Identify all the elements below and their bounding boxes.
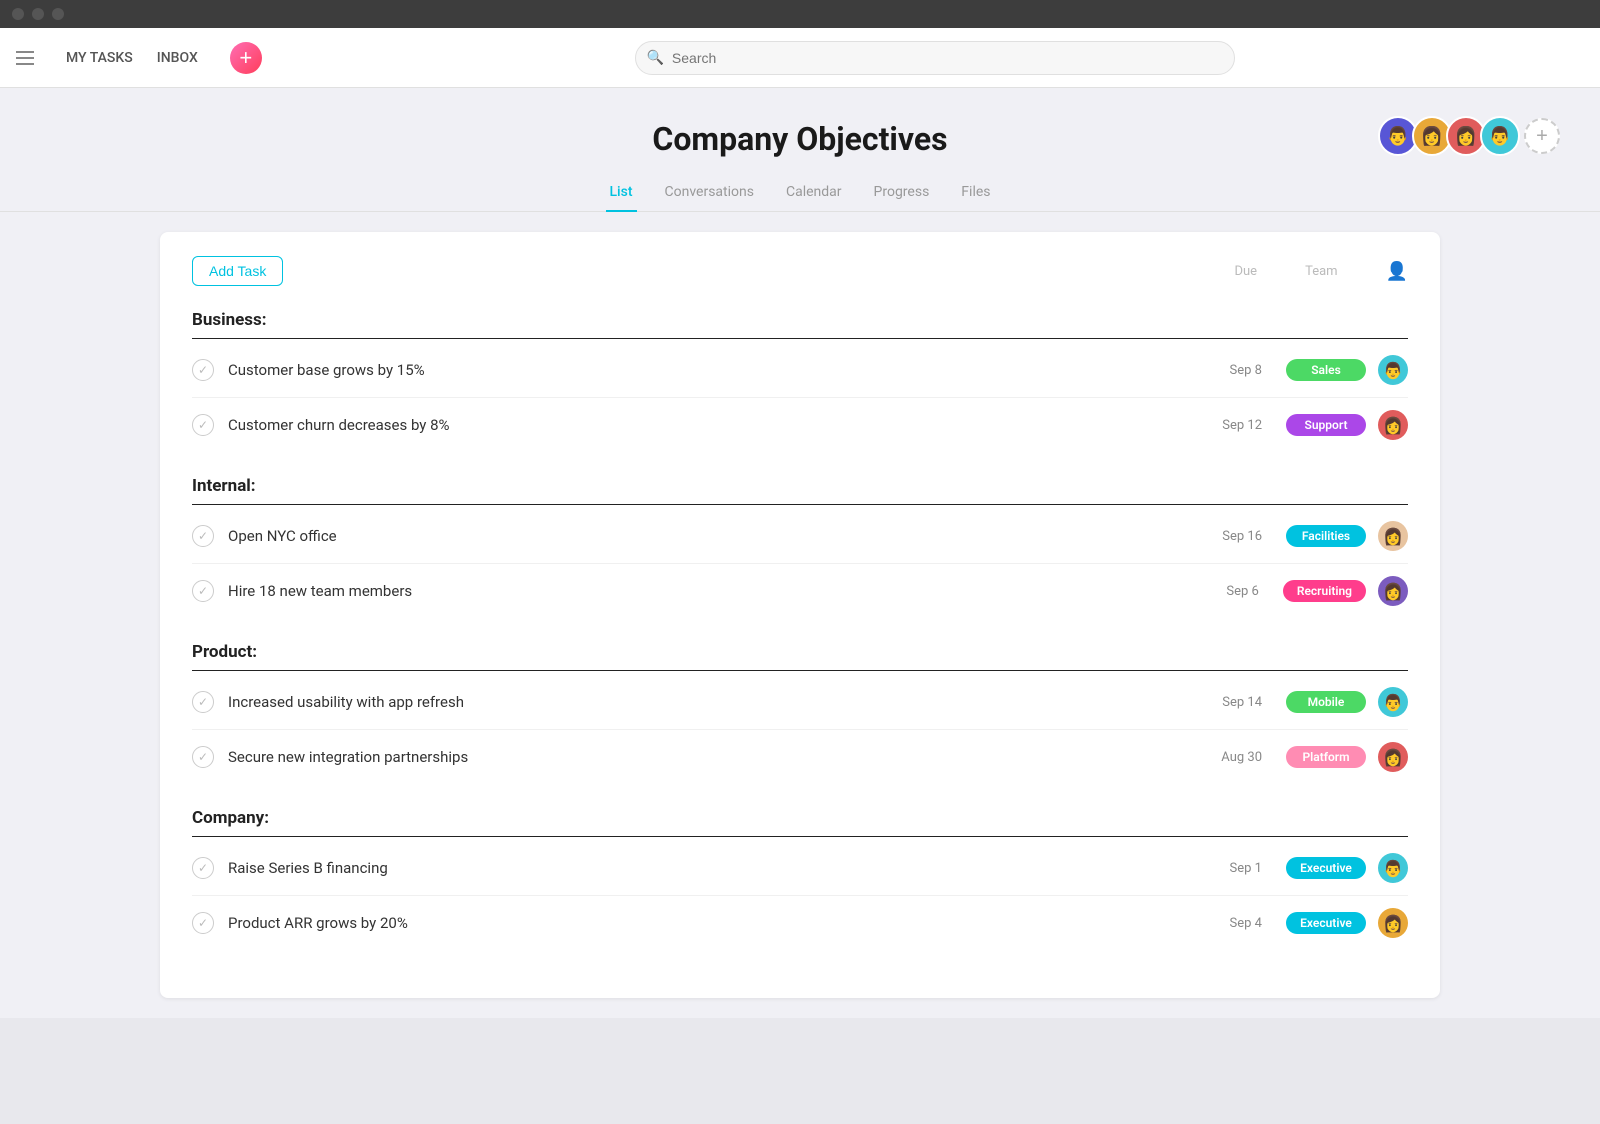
task-team-badge[interactable]: Facilities (1286, 525, 1366, 547)
add-member-button[interactable]: + (1524, 118, 1560, 154)
task-checkbox[interactable]: ✓ (192, 691, 214, 713)
task-due-date: Aug 30 (1202, 750, 1262, 765)
add-task-button[interactable]: Add Task (192, 256, 283, 286)
task-avatar: 👨 (1378, 687, 1408, 717)
search-icon: 🔍 (647, 50, 664, 66)
task-avatar: 👨 (1378, 355, 1408, 385)
table-row: ✓ Secure new integration partnershipsAug … (192, 730, 1408, 784)
column-headers: Due Team 👤 (1234, 261, 1408, 282)
table-row: ✓ Customer churn decreases by 8%Sep 12 Sup… (192, 398, 1408, 452)
title-bar (0, 0, 1600, 28)
task-name: Customer base grows by 15% (228, 361, 1202, 379)
section-title-2: Product: (192, 642, 1408, 662)
task-checkbox[interactable]: ✓ (192, 359, 214, 381)
traffic-dot-red (12, 8, 24, 20)
assign-icon: 👤 (1386, 261, 1408, 282)
task-due-date: Sep 12 (1202, 418, 1262, 433)
task-team-badge[interactable]: Recruiting (1283, 580, 1366, 602)
task-card: Add Task Due Team 👤 Business: ✓ Customer b… (160, 232, 1440, 998)
section-divider-3 (192, 836, 1408, 837)
section-1: Internal: ✓ Open NYC officeSep 16 Facilitie… (192, 476, 1408, 618)
add-button[interactable]: + (230, 42, 262, 74)
sections-container: Business:✓Customer base grows by 15%Sep … (192, 310, 1408, 950)
due-column-header: Due (1234, 264, 1257, 279)
task-checkbox[interactable]: ✓ (192, 857, 214, 879)
tab-conversations[interactable]: Conversations (661, 174, 758, 212)
page-title: Company Objectives (0, 120, 1600, 158)
section-2: Product: ✓ Increased usability with app re… (192, 642, 1408, 784)
task-checkbox[interactable]: ✓ (192, 414, 214, 436)
team-column-header: Team (1305, 264, 1338, 279)
task-due-date: Sep 1 (1202, 861, 1262, 876)
table-row: ✓ Hire 18 new team membersSep 6 Recruiting… (192, 564, 1408, 618)
tab-files[interactable]: Files (957, 174, 994, 212)
task-checkbox[interactable]: ✓ (192, 912, 214, 934)
section-divider-2 (192, 670, 1408, 671)
task-team-badge[interactable]: Support (1286, 414, 1366, 436)
task-name: Increased usability with app refresh (228, 693, 1202, 711)
task-container: Add Task Due Team 👤 Business: ✓ Customer b… (0, 212, 1600, 1018)
traffic-dot-yellow (32, 8, 44, 20)
section-title-0: Business: (192, 310, 1408, 330)
task-avatar: 👩 (1378, 521, 1408, 551)
task-due-date: Sep 8 (1202, 363, 1262, 378)
table-row: ✓ Open NYC officeSep 16 Facilities 👩 (192, 509, 1408, 564)
tab-progress[interactable]: Progress (870, 174, 934, 212)
task-team-badge[interactable]: Platform (1286, 746, 1366, 768)
member-avatars: 👨 👩 👩 👨 + (1378, 116, 1560, 156)
inbox-link[interactable]: INBOX (149, 46, 206, 70)
table-row: ✓ Product ARR grows by 20%Sep 4 Executive 👩 (192, 896, 1408, 950)
section-title-3: Company: (192, 808, 1408, 828)
nav-links: MY TASKS INBOX (58, 46, 206, 70)
task-name: Hire 18 new team members (228, 582, 1199, 600)
section-divider-0 (192, 338, 1408, 339)
task-name: Customer churn decreases by 8% (228, 416, 1202, 434)
section-title-1: Internal: (192, 476, 1408, 496)
task-due-date: Sep 4 (1202, 916, 1262, 931)
task-avatar: 👩 (1378, 742, 1408, 772)
add-task-row: Add Task Due Team 👤 (192, 256, 1408, 286)
task-team-badge[interactable]: Sales (1286, 359, 1366, 381)
section-0: Business:✓Customer base grows by 15%Sep … (192, 310, 1408, 452)
table-row: ✓ Raise Series B financingSep 1 Executive 👨 (192, 841, 1408, 896)
section-3: Company: ✓ Raise Series B financingSep 1 Ex… (192, 808, 1408, 950)
nav-bar: MY TASKS INBOX + 🔍 (0, 28, 1600, 88)
tab-calendar[interactable]: Calendar (782, 174, 846, 212)
hamburger-icon[interactable] (16, 51, 34, 65)
table-row: ✓ Customer base grows by 15%Sep 8 Sales 👨 (192, 343, 1408, 398)
task-checkbox[interactable]: ✓ (192, 525, 214, 547)
task-due-date: Sep 16 (1202, 529, 1262, 544)
task-name: Product ARR grows by 20% (228, 914, 1202, 932)
table-row: ✓ Increased usability with app refreshSep… (192, 675, 1408, 730)
my-tasks-link[interactable]: MY TASKS (58, 46, 141, 70)
search-input[interactable] (635, 41, 1235, 75)
main-content: Company Objectives 👨 👩 👩 👨 + List Conver… (0, 88, 1600, 1018)
task-avatar: 👩 (1378, 908, 1408, 938)
traffic-dot-green (52, 8, 64, 20)
task-team-badge[interactable]: Mobile (1286, 691, 1366, 713)
page-header: Company Objectives 👨 👩 👩 👨 + List Conver… (0, 88, 1600, 212)
task-team-badge[interactable]: Executive (1286, 912, 1366, 934)
task-name: Open NYC office (228, 527, 1202, 545)
avatar-4[interactable]: 👨 (1480, 116, 1520, 156)
task-team-badge[interactable]: Executive (1286, 857, 1366, 879)
task-due-date: Sep 6 (1199, 584, 1259, 599)
task-name: Raise Series B financing (228, 859, 1202, 877)
search-bar: 🔍 (635, 41, 1235, 75)
task-due-date: Sep 14 (1202, 695, 1262, 710)
task-name: Secure new integration partnerships (228, 748, 1202, 766)
task-checkbox[interactable]: ✓ (192, 580, 214, 602)
tab-list[interactable]: List (606, 174, 637, 212)
task-checkbox[interactable]: ✓ (192, 746, 214, 768)
task-avatar: 👩 (1378, 410, 1408, 440)
view-tabs: List Conversations Calendar Progress Fil… (0, 174, 1600, 212)
section-divider-1 (192, 504, 1408, 505)
task-avatar: 👨 (1378, 853, 1408, 883)
task-avatar: 👩 (1378, 576, 1408, 606)
